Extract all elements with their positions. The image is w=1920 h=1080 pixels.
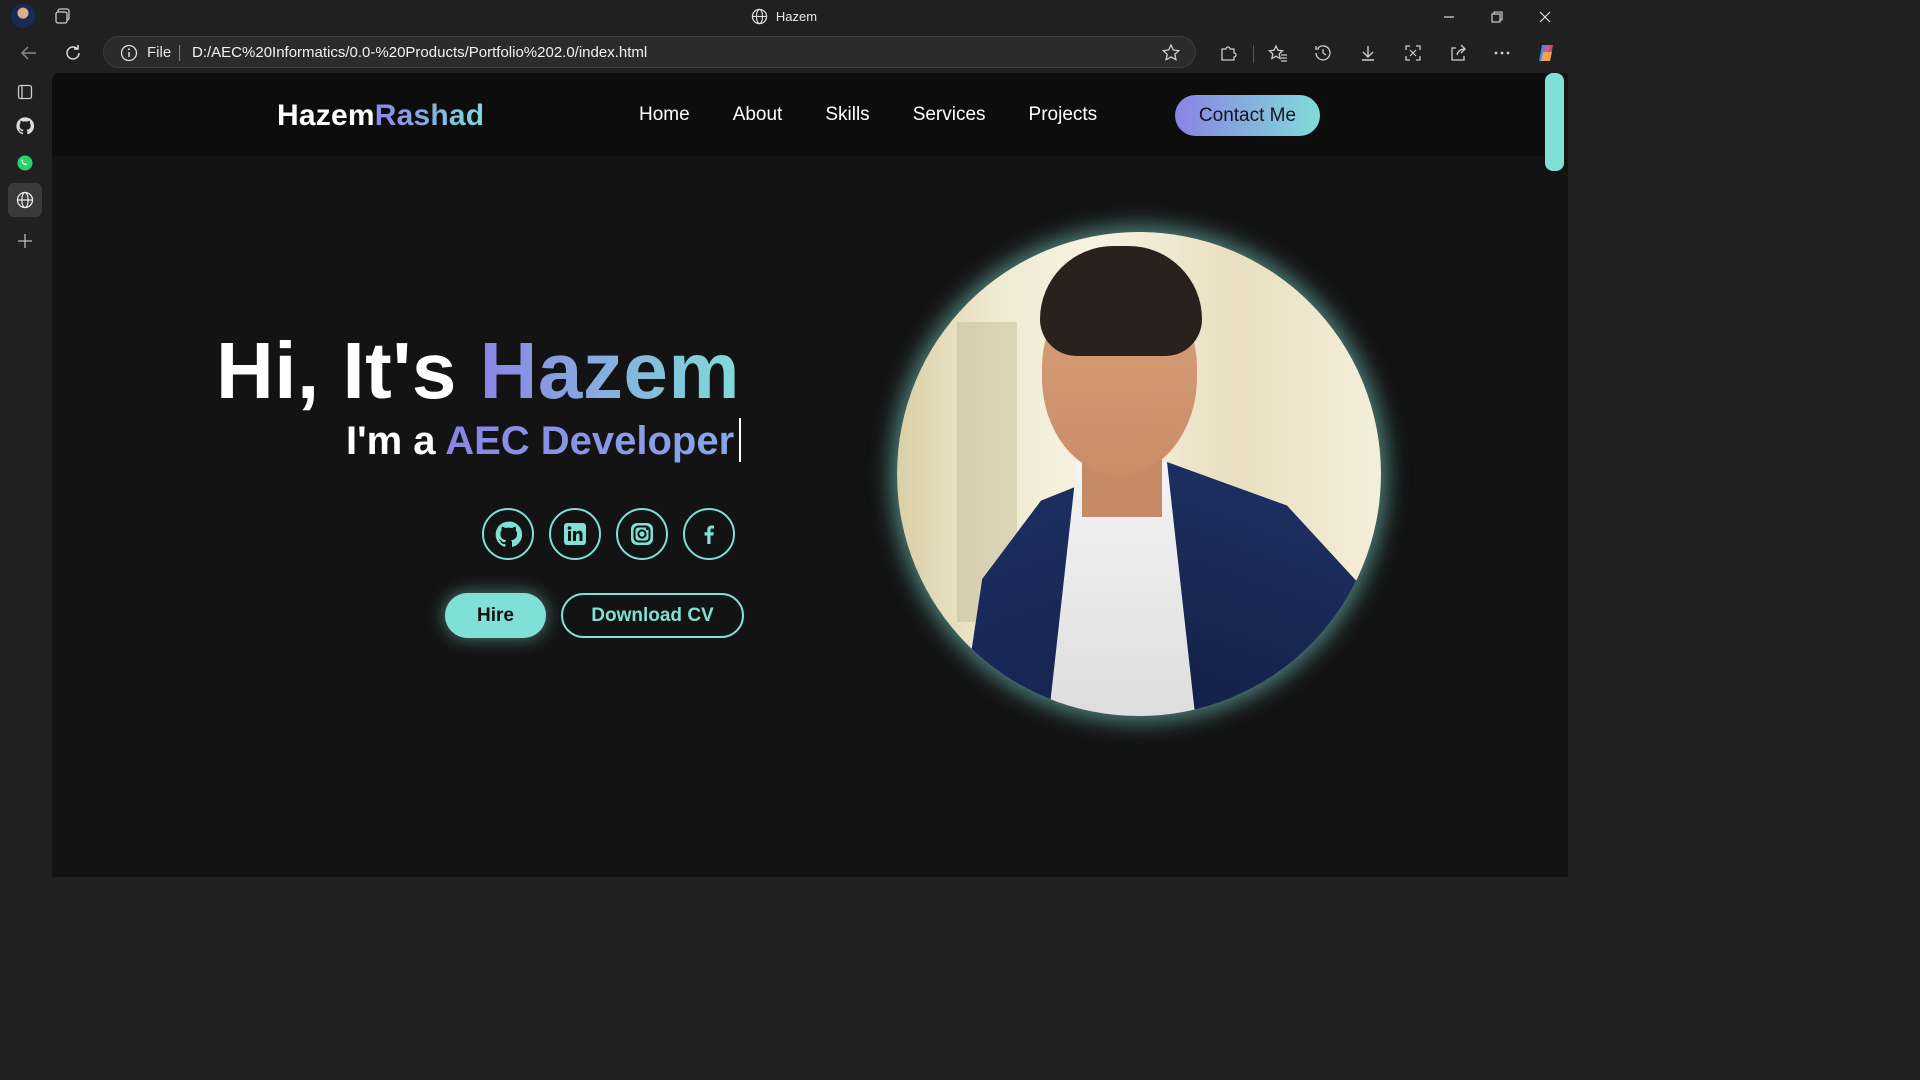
browser-sidebar	[0, 73, 52, 882]
typing-cursor	[739, 418, 742, 462]
download-cv-button[interactable]: Download CV	[561, 593, 744, 638]
more-button[interactable]	[1490, 41, 1514, 65]
scrollbar-thumb[interactable]	[1545, 73, 1564, 171]
screenshot-icon	[1405, 45, 1421, 61]
linkedin-icon	[564, 523, 586, 545]
profile-photo	[897, 232, 1381, 716]
refresh-button[interactable]	[61, 41, 85, 65]
hero-role: AEC Developer	[445, 419, 735, 463]
toolbar: File D:/AEC%20Informatics/0.0-%20Product…	[0, 33, 1568, 73]
site-nav: Home About Skills Services Projects	[639, 104, 1140, 126]
window-title: Hazem	[0, 8, 1568, 25]
favorite-star-icon[interactable]	[1161, 43, 1181, 63]
address-divider	[179, 45, 180, 61]
hero-heading: Hi, It's Hazem	[216, 325, 740, 417]
contact-button[interactable]: Contact Me	[1175, 95, 1320, 136]
nav-about[interactable]: About	[733, 104, 783, 126]
globe-icon	[16, 191, 34, 209]
tab-panel-icon	[17, 84, 33, 100]
close-icon	[1539, 11, 1551, 22]
site-logo[interactable]: HazemRashad	[277, 99, 484, 133]
hero-greeting: Hi, It's	[216, 326, 480, 415]
site-header: HazemRashad Home About Skills Services P…	[52, 73, 1544, 156]
sidebar-tab-panel[interactable]	[8, 75, 42, 109]
minimize-button[interactable]	[1426, 0, 1472, 33]
facebook-icon	[704, 525, 714, 544]
window-title-text: Hazem	[775, 9, 818, 24]
logo-last: Rashad	[374, 99, 485, 132]
sidebar-item-github[interactable]	[8, 109, 42, 143]
address-bar[interactable]: File D:/AEC%20Informatics/0.0-%20Product…	[103, 36, 1196, 68]
restore-button[interactable]	[1474, 0, 1520, 33]
scrollbar-track[interactable]	[1544, 73, 1568, 877]
more-dots-icon	[1494, 51, 1510, 55]
sidebar-item-web[interactable]	[8, 183, 42, 217]
hero-subheading: I'm a AEC Developer	[346, 418, 742, 464]
title-bar: Hazem	[0, 0, 1568, 33]
copilot-button[interactable]	[1534, 41, 1558, 65]
sidebar-item-whatsapp[interactable]	[8, 146, 42, 180]
github-link[interactable]	[482, 508, 534, 560]
instagram-link[interactable]	[616, 508, 668, 560]
hire-button[interactable]: Hire	[445, 593, 546, 638]
social-links	[482, 508, 750, 560]
refresh-icon	[66, 45, 80, 60]
url-text[interactable]: D:/AEC%20Informatics/0.0-%20Products/Por…	[192, 44, 647, 61]
history-icon	[1315, 45, 1331, 61]
toolbar-divider	[1253, 45, 1254, 63]
whatsapp-icon	[17, 155, 33, 171]
share-icon	[1451, 44, 1466, 61]
hero-name: Hazem	[479, 326, 740, 415]
favorites-button[interactable]	[1266, 41, 1290, 65]
github-icon	[495, 521, 522, 547]
copilot-icon	[1539, 45, 1553, 61]
back-arrow-icon	[20, 46, 36, 60]
scheme-label: File	[147, 44, 172, 61]
info-icon[interactable]	[120, 44, 138, 62]
restore-icon	[1491, 10, 1503, 23]
web-page: HazemRashad Home About Skills Services P…	[52, 73, 1544, 877]
hero-prefix: I'm a	[346, 419, 446, 463]
screenshot-button[interactable]	[1401, 41, 1425, 65]
download-icon	[1362, 46, 1374, 61]
nav-skills[interactable]: Skills	[825, 104, 869, 126]
minimize-icon	[1444, 15, 1454, 18]
share-button[interactable]	[1446, 41, 1470, 65]
github-icon	[16, 117, 34, 135]
photo-hair	[1040, 246, 1202, 356]
facebook-link[interactable]	[683, 508, 735, 560]
nav-projects[interactable]: Projects	[1029, 104, 1098, 126]
close-button[interactable]	[1522, 0, 1568, 33]
plus-icon	[18, 234, 32, 248]
downloads-button[interactable]	[1356, 41, 1380, 65]
favorites-icon	[1268, 44, 1287, 62]
back-button[interactable]	[17, 41, 41, 65]
extensions-button[interactable]	[1216, 41, 1240, 65]
logo-first: Hazem	[277, 99, 375, 132]
linkedin-link[interactable]	[549, 508, 601, 560]
nav-home[interactable]: Home	[639, 104, 690, 126]
sidebar-add-button[interactable]	[8, 224, 42, 258]
puzzle-icon	[1221, 46, 1237, 61]
history-button[interactable]	[1311, 41, 1335, 65]
globe-icon	[751, 8, 768, 25]
nav-services[interactable]: Services	[913, 104, 986, 126]
instagram-icon	[631, 523, 653, 545]
